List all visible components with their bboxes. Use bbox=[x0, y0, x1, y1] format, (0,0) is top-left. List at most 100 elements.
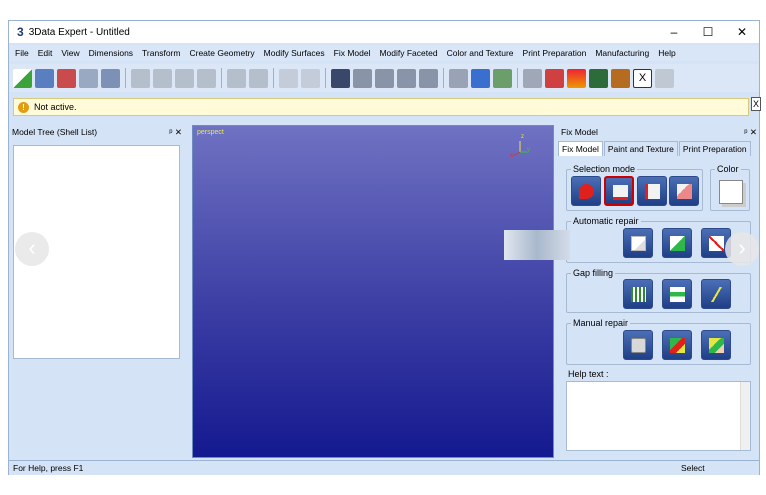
fill-holes-button[interactable] bbox=[623, 279, 653, 309]
close-x-icon[interactable]: X bbox=[633, 68, 652, 88]
printer-icon[interactable] bbox=[545, 68, 564, 88]
menu-dimensions[interactable]: Dimensions bbox=[89, 48, 133, 58]
menu-file[interactable]: File bbox=[15, 48, 29, 58]
close-window-button[interactable]: ✕ bbox=[725, 21, 759, 43]
menu-manufacturing[interactable]: Manufacturing bbox=[595, 48, 649, 58]
select-face-button[interactable] bbox=[604, 176, 634, 206]
open-red-icon[interactable] bbox=[57, 68, 76, 88]
color-label: Color bbox=[715, 164, 741, 174]
select-shell-button[interactable] bbox=[571, 176, 601, 206]
selection-mode-group: Selection mode bbox=[566, 164, 703, 211]
cut-icon[interactable] bbox=[131, 68, 150, 88]
tab-paint-and-texture[interactable]: Paint and Texture bbox=[603, 141, 678, 156]
blurred-overlay bbox=[504, 230, 570, 260]
viewport-mode-label: perspect bbox=[197, 129, 224, 136]
shield-icon[interactable] bbox=[589, 68, 608, 88]
zoom-fit-icon[interactable] bbox=[493, 68, 512, 88]
maximize-button[interactable]: ☐ bbox=[691, 21, 725, 43]
view-top-icon[interactable] bbox=[397, 68, 416, 88]
help-text-area[interactable] bbox=[566, 381, 751, 451]
manual-repair-hand-button[interactable] bbox=[701, 330, 731, 360]
status-mode: Select bbox=[681, 463, 705, 473]
copy-icon[interactable] bbox=[153, 68, 172, 88]
menu-fix-model[interactable]: Fix Model bbox=[334, 48, 371, 58]
gap-strip-icon bbox=[670, 287, 685, 302]
move-icon[interactable] bbox=[471, 68, 490, 88]
menu-print-preparation[interactable]: Print Preparation bbox=[523, 48, 587, 58]
menu-transform[interactable]: Transform bbox=[142, 48, 180, 58]
manual-repair-triangle-button[interactable] bbox=[662, 330, 692, 360]
model-tree-title: Model Tree (Shell List) bbox=[12, 127, 98, 137]
menu-help[interactable]: Help bbox=[658, 48, 675, 58]
axis-z-label: z bbox=[521, 134, 524, 140]
tab-print-preparation[interactable]: Print Preparation bbox=[678, 141, 751, 156]
view-iso-icon[interactable] bbox=[419, 68, 438, 88]
select-region-button[interactable] bbox=[669, 176, 699, 206]
app-logo-icon: 3 bbox=[17, 25, 24, 39]
alert-text: Not active. bbox=[34, 102, 77, 112]
carousel-next-button[interactable]: › bbox=[725, 232, 759, 266]
redo-icon[interactable] bbox=[249, 68, 268, 88]
cube-icon[interactable] bbox=[611, 68, 630, 88]
normals-icon bbox=[709, 236, 724, 251]
auto-repair-cube-button[interactable] bbox=[623, 228, 653, 258]
triangle-repair-icon bbox=[670, 338, 685, 353]
carousel-prev-button[interactable]: ‹ bbox=[15, 232, 49, 266]
gap-filling-label: Gap filling bbox=[571, 268, 616, 278]
view-front-icon[interactable] bbox=[353, 68, 372, 88]
menu-view[interactable]: View bbox=[61, 48, 79, 58]
axis-x-label: x bbox=[510, 153, 513, 159]
manual-repair-label: Manual repair bbox=[571, 318, 631, 328]
triangle-icon[interactable] bbox=[567, 68, 586, 88]
move-view-icon[interactable] bbox=[331, 68, 350, 88]
fill-gap-strip-button[interactable] bbox=[662, 279, 692, 309]
status-bar: For Help, press F1 Select bbox=[9, 460, 759, 475]
tab-fix-model[interactable]: Fix Model bbox=[558, 141, 603, 156]
fix-model-pin-close[interactable]: ᵖ ✕ bbox=[744, 125, 757, 139]
status-help-text: For Help, press F1 bbox=[13, 463, 84, 473]
search-icon[interactable] bbox=[655, 68, 674, 88]
save-as-icon[interactable] bbox=[101, 68, 120, 88]
brush-icon[interactable] bbox=[197, 68, 216, 88]
menu-create-geometry[interactable]: Create Geometry bbox=[189, 48, 254, 58]
main-window: 3 3Data Expert - Untitled – ☐ ✕ File Edi… bbox=[8, 20, 761, 475]
fix-model-panel: Fix Model ᵖ ✕ Fix Model Paint and Textur… bbox=[558, 125, 761, 458]
bucket-icon bbox=[631, 338, 646, 353]
eye-icon[interactable] bbox=[449, 68, 468, 88]
help-text-label: Help text : bbox=[568, 369, 609, 379]
fill-gap-curve-button[interactable] bbox=[701, 279, 731, 309]
menu-color-and-texture[interactable]: Color and Texture bbox=[447, 48, 514, 58]
auto-repair-green-cube-button[interactable] bbox=[662, 228, 692, 258]
nodes-icon[interactable] bbox=[301, 68, 320, 88]
measure-icon[interactable] bbox=[523, 68, 542, 88]
fill-holes-icon bbox=[631, 287, 646, 302]
alert-close-button[interactable]: X bbox=[751, 97, 761, 111]
select-edge-button[interactable] bbox=[637, 176, 667, 206]
manual-repair-bucket-button[interactable] bbox=[623, 330, 653, 360]
open-icon[interactable] bbox=[35, 68, 54, 88]
undo-icon[interactable] bbox=[227, 68, 246, 88]
automatic-repair-group: Automatic repair bbox=[566, 216, 751, 263]
help-scrollbar[interactable] bbox=[740, 382, 750, 450]
grid-points-icon[interactable] bbox=[279, 68, 298, 88]
automatic-repair-label: Automatic repair bbox=[571, 216, 641, 226]
manual-repair-group: Manual repair bbox=[566, 318, 751, 365]
toolbar-divider bbox=[443, 68, 444, 88]
minimize-button[interactable]: – bbox=[657, 21, 691, 43]
menu-modify-faceted[interactable]: Modify Faceted bbox=[379, 48, 437, 58]
menu-edit[interactable]: Edit bbox=[38, 48, 53, 58]
3d-viewport[interactable]: perspect z x y bbox=[192, 125, 554, 458]
status-alert: ! Not active. bbox=[13, 98, 749, 116]
hand-icon bbox=[709, 338, 724, 353]
gap-curve-icon bbox=[709, 287, 724, 302]
toolbar-divider bbox=[273, 68, 274, 88]
paste-icon[interactable] bbox=[175, 68, 194, 88]
menu-modify-surfaces[interactable]: Modify Surfaces bbox=[264, 48, 325, 58]
color-group: Color bbox=[710, 164, 750, 211]
view-side-icon[interactable] bbox=[375, 68, 394, 88]
save-icon[interactable] bbox=[79, 68, 98, 88]
new-file-icon[interactable] bbox=[13, 68, 32, 88]
model-tree-pin-close[interactable]: ᵖ ✕ bbox=[169, 125, 182, 139]
window-title: 3Data Expert - Untitled bbox=[28, 26, 130, 38]
color-swatch[interactable] bbox=[719, 180, 743, 204]
